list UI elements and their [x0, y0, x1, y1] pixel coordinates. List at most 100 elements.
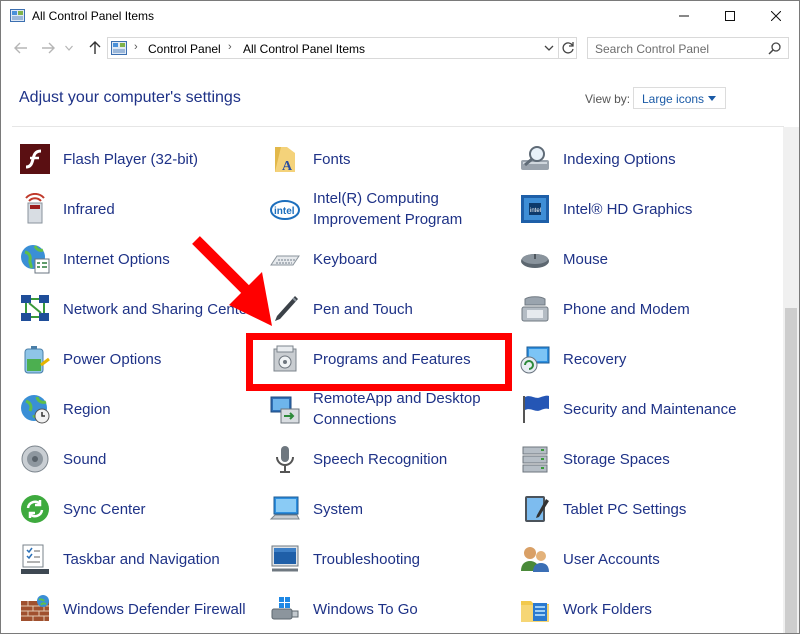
fonts-icon: A	[275, 147, 295, 174]
breadcrumb-chevron-icon: ›	[134, 41, 138, 53]
recovery-icon	[520, 346, 550, 374]
item-label: Security and Maintenance	[563, 400, 737, 418]
control-panel-window: All Control Panel Items › Control Panel …	[0, 0, 800, 634]
control-panel-icon	[111, 41, 127, 55]
item-network-sharing[interactable]: Network and Sharing Center	[15, 287, 255, 331]
speaker-icon	[21, 445, 49, 473]
up-button[interactable]	[85, 38, 105, 58]
recent-locations-button[interactable]	[62, 38, 76, 58]
item-user-accounts[interactable]: User Accounts	[515, 537, 775, 581]
address-bar[interactable]: › Control Panel › All Control Panel Item…	[107, 37, 577, 59]
item-sound[interactable]: Sound	[15, 437, 255, 481]
tablet-icon	[525, 496, 549, 522]
up-arrow-icon	[89, 41, 101, 54]
item-label: Troubleshooting	[313, 550, 421, 568]
item-label: Intel® HD Graphics	[563, 200, 693, 218]
item-label: Sync Center	[63, 500, 146, 518]
item-recovery[interactable]: Recovery	[515, 337, 775, 381]
item-storage-spaces[interactable]: Storage Spaces	[515, 437, 775, 481]
item-label: Flash Player (32-bit)	[63, 150, 199, 168]
view-by-label: View by:	[585, 92, 631, 106]
microphone-icon	[276, 446, 294, 473]
breadcrumb-chevron-icon: ›	[228, 41, 232, 53]
item-sync-center[interactable]: Sync Center	[15, 487, 255, 531]
item-pen-touch[interactable]: Pen and Touch	[265, 287, 505, 331]
intel-graphics-icon: intel	[521, 195, 549, 223]
item-label: Infrared	[63, 200, 115, 218]
chevron-down-icon[interactable]	[544, 45, 554, 52]
item-windows-to-go[interactable]: Windows To Go	[265, 587, 505, 631]
svg-text:intel: intel	[274, 206, 295, 217]
item-taskbar-navigation[interactable]: Taskbar and Navigation	[15, 537, 255, 581]
item-label: Recovery	[563, 350, 627, 368]
power-options-icon	[24, 346, 50, 374]
maximize-button[interactable]	[707, 1, 753, 31]
region-icon	[21, 395, 50, 424]
vertical-scrollbar[interactable]	[783, 127, 799, 633]
view-by-dropdown[interactable]: Large icons	[633, 87, 726, 109]
header-divider	[12, 126, 784, 127]
dropdown-arrow-icon	[708, 96, 716, 101]
item-keyboard[interactable]: Keyboard	[265, 237, 505, 281]
item-troubleshooting[interactable]: Troubleshooting	[265, 537, 505, 581]
item-intel-hd-graphics[interactable]: intel Intel® HD Graphics	[515, 187, 775, 231]
close-button[interactable]	[753, 1, 799, 31]
item-system[interactable]: System	[265, 487, 505, 531]
indexing-options-icon	[521, 146, 549, 170]
item-label: System	[313, 500, 364, 518]
item-infrared[interactable]: Infrared	[15, 187, 255, 231]
item-flash-player[interactable]: Flash Player (32-bit)	[15, 137, 255, 181]
minimize-button[interactable]	[661, 1, 707, 31]
item-intel-computing[interactable]: intel Intel(R) Computing Improvement Pro…	[265, 187, 505, 231]
minimize-icon	[679, 15, 689, 17]
item-speech-recognition[interactable]: Speech Recognition	[265, 437, 505, 481]
mouse-icon	[521, 254, 549, 268]
keyboard-icon	[270, 255, 300, 266]
refresh-icon[interactable]	[561, 41, 575, 55]
item-internet-options[interactable]: Internet Options	[15, 237, 255, 281]
address-row: › Control Panel › All Control Panel Item…	[1, 34, 799, 62]
forward-button[interactable]	[38, 38, 58, 58]
search-input[interactable]: Search Control Panel	[587, 37, 789, 59]
item-label: Power Options	[63, 350, 162, 368]
item-indexing-options[interactable]: Indexing Options	[515, 137, 775, 181]
taskbar-icon	[21, 544, 49, 574]
user-accounts-icon	[521, 547, 549, 572]
item-label: Speech Recognition	[313, 450, 448, 468]
back-button[interactable]	[11, 38, 31, 58]
search-placeholder: Search Control Panel	[595, 42, 710, 56]
title-bar: All Control Panel Items	[1, 1, 799, 31]
item-power-options[interactable]: Power Options	[15, 337, 255, 381]
sync-center-icon	[21, 495, 49, 523]
item-label: Intel(R) Computing Improvement Program	[313, 190, 463, 228]
infrared-icon	[25, 193, 45, 224]
storage-spaces-icon	[522, 446, 548, 473]
item-label: Region	[63, 400, 111, 418]
chevron-down-icon	[65, 45, 73, 51]
item-label: Pen and Touch	[313, 300, 413, 318]
highlight-box	[246, 333, 512, 391]
item-label: Indexing Options	[563, 150, 676, 168]
item-tablet-pc-settings[interactable]: Tablet PC Settings	[515, 487, 775, 531]
item-label: Sound	[63, 450, 107, 468]
work-folders-icon	[521, 601, 549, 622]
item-label: Phone and Modem	[563, 300, 690, 318]
item-fonts[interactable]: A Fonts	[265, 137, 505, 181]
item-region[interactable]: Region	[15, 387, 255, 431]
item-label: Network and Sharing Center	[63, 300, 253, 318]
item-label: Tablet PC Settings	[563, 500, 687, 518]
item-label: RemoteApp and Desktop Connections	[313, 390, 481, 428]
item-security-maintenance[interactable]: Security and Maintenance	[515, 387, 775, 431]
item-remoteapp[interactable]: RemoteApp and Desktop Connections	[265, 387, 505, 431]
item-mouse[interactable]: Mouse	[515, 237, 775, 281]
item-phone-modem[interactable]: Phone and Modem	[515, 287, 775, 331]
breadcrumb-control-panel[interactable]: Control Panel	[148, 42, 221, 56]
troubleshooting-icon	[271, 545, 299, 572]
forward-arrow-icon	[42, 42, 55, 54]
item-windows-defender-firewall[interactable]: Windows Defender Firewall	[15, 587, 255, 631]
page-title: Adjust your computer's settings	[19, 89, 241, 106]
item-label: Windows To Go	[313, 600, 418, 618]
breadcrumb-all-items[interactable]: All Control Panel Items	[243, 42, 365, 56]
item-work-folders[interactable]: Work Folders	[515, 587, 775, 631]
scrollbar-thumb[interactable]	[785, 308, 797, 633]
